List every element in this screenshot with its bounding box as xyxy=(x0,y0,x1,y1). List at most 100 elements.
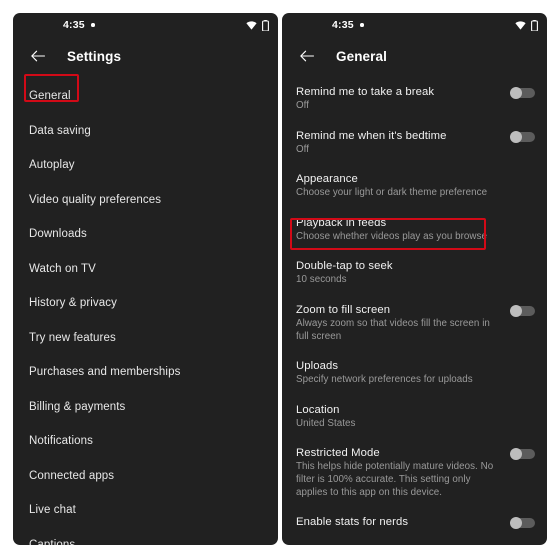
setting-subtitle: Choose whether videos play as you browse xyxy=(296,230,487,242)
setting-title: Double-tap to seek xyxy=(296,260,393,273)
setting-title: Appearance xyxy=(296,173,358,186)
setting-text-block: Uploads Specify network preferences for u… xyxy=(296,359,535,387)
setting-subtitle: Always zoom so that videos fill the scre… xyxy=(296,317,490,342)
setting-row-zoom-to-fill-screen[interactable]: Zoom to fill screen Always zoom so that v… xyxy=(282,303,547,343)
setting-text-block: Location United States xyxy=(296,403,535,431)
wifi-icon xyxy=(246,20,257,30)
setting-text-block: Double-tap to seek 10 seconds xyxy=(296,259,535,287)
sidebar-item-label: Video quality preferences xyxy=(29,193,162,206)
setting-row-double-tap-to-seek[interactable]: Double-tap to seek 10 seconds xyxy=(282,259,547,287)
status-time: 4:35 xyxy=(63,19,85,31)
battery-icon xyxy=(262,19,269,31)
left-app-bar: Settings xyxy=(13,37,278,75)
sidebar-item-watch-on-tv[interactable]: Watch on TV xyxy=(13,252,278,287)
wifi-icon xyxy=(515,20,526,30)
status-icons xyxy=(246,19,269,31)
setting-title: Remind me to take a break xyxy=(296,86,435,98)
toggle-switch-remind-me-to-take-a-break[interactable] xyxy=(510,87,535,99)
status-icons xyxy=(515,19,538,31)
sidebar-item-label: Notifications xyxy=(29,435,93,448)
back-arrow-icon[interactable] xyxy=(29,47,47,65)
toggle-knob xyxy=(510,304,522,317)
setting-text-block: Remind me when it's bedtime Off xyxy=(296,129,500,157)
status-dot-indicator xyxy=(360,23,364,27)
setting-text-block: Restricted Mode This helps hide potential… xyxy=(296,446,500,499)
setting-row-location[interactable]: Location United States xyxy=(282,403,547,431)
left-panel-scroll-area[interactable]: General Data saving Autoplay Video quality … xyxy=(13,75,278,545)
setting-subtitle: 10 seconds xyxy=(296,274,347,286)
left-phone-panel: 4:35 Settings General Data saving Autopl… xyxy=(13,13,278,545)
back-arrow-icon[interactable] xyxy=(298,47,316,65)
sidebar-item-connected-apps[interactable]: Connected apps xyxy=(13,459,278,494)
setting-title: Zoom to fill screen xyxy=(296,303,391,316)
setting-row-enable-stats-for-nerds[interactable]: Enable stats for nerds xyxy=(282,515,547,530)
setting-subtitle: Choose your light or dark theme preferen… xyxy=(296,187,488,199)
setting-title: Restricted Mode xyxy=(296,447,380,460)
setting-row-appearance[interactable]: Appearance Choose your light or dark them… xyxy=(282,172,547,200)
sidebar-item-data-saving[interactable]: Data saving xyxy=(13,114,278,149)
sidebar-item-label: Purchases and memberships xyxy=(29,366,181,379)
left-page-title: Settings xyxy=(67,48,122,64)
screenshot-stage: 4:35 Settings General Data saving Autopl… xyxy=(0,0,560,560)
sidebar-item-general[interactable]: General xyxy=(13,79,278,114)
setting-title: Location xyxy=(296,403,340,416)
sidebar-item-label: Captions xyxy=(29,538,76,545)
sidebar-item-label: History & privacy xyxy=(29,297,117,310)
toggle-switch-zoom-to-fill-screen[interactable] xyxy=(510,304,535,317)
toggle-switch-enable-stats-for-nerds[interactable] xyxy=(510,517,535,530)
right-panel-scroll-area[interactable]: Remind me to take a break Off Remind me wh… xyxy=(282,75,547,545)
setting-title: Enable stats for nerds xyxy=(296,516,409,529)
sidebar-item-label: Data saving xyxy=(29,124,91,137)
sidebar-item-video-quality-preferences[interactable]: Video quality preferences xyxy=(13,183,278,218)
setting-subtitle: This helps hide potentially mature video… xyxy=(296,461,494,498)
sidebar-item-label: Autoplay xyxy=(29,159,75,172)
toggle-knob xyxy=(510,130,522,143)
sidebar-item-billing-payments[interactable]: Billing & payments xyxy=(13,390,278,425)
settings-nav-list: General Data saving Autoplay Video quality … xyxy=(13,75,278,545)
sidebar-item-label: Watch on TV xyxy=(29,262,96,275)
sidebar-item-autoplay[interactable]: Autoplay xyxy=(13,148,278,183)
setting-text-block: Appearance Choose your light or dark them… xyxy=(296,172,535,200)
right-page-title: General xyxy=(336,48,387,64)
status-bar-right: 4:35 xyxy=(282,13,547,37)
setting-text-block: Enable stats for nerds xyxy=(296,515,500,529)
sidebar-item-try-new-features[interactable]: Try new features xyxy=(13,321,278,356)
setting-subtitle: Off xyxy=(296,143,310,155)
sidebar-item-label: Live chat xyxy=(29,504,76,517)
general-settings-list: Remind me to take a break Off Remind me wh… xyxy=(282,75,547,530)
sidebar-item-notifications[interactable]: Notifications xyxy=(13,424,278,459)
sidebar-item-label: Try new features xyxy=(29,331,116,344)
setting-text-block: Remind me to take a break Off xyxy=(296,85,500,113)
setting-row-remind-me-when-it-s-bedtime[interactable]: Remind me when it's bedtime Off xyxy=(282,129,547,157)
setting-title: Uploads xyxy=(296,360,339,373)
sidebar-item-history-privacy[interactable]: History & privacy xyxy=(13,286,278,321)
toggle-switch-remind-me-when-it-s-bedtime[interactable] xyxy=(510,130,535,143)
setting-row-playback-in-feeds[interactable]: Playback in feeds Choose whether videos p… xyxy=(282,216,547,244)
sidebar-item-label: Downloads xyxy=(29,228,87,241)
setting-subtitle: Specify network preferences for uploads xyxy=(296,374,473,386)
toggle-switch-restricted-mode[interactable] xyxy=(510,448,535,461)
sidebar-item-label: Billing & payments xyxy=(29,400,126,413)
toggle-knob xyxy=(510,87,522,99)
right-app-bar: General xyxy=(282,37,547,75)
sidebar-item-label: Connected apps xyxy=(29,469,115,482)
setting-row-remind-me-to-take-a-break[interactable]: Remind me to take a break Off xyxy=(282,85,547,113)
setting-text-block: Playback in feeds Choose whether videos p… xyxy=(296,216,535,244)
status-dot-indicator xyxy=(91,23,95,27)
sidebar-item-live-chat[interactable]: Live chat xyxy=(13,493,278,528)
setting-subtitle: Off xyxy=(296,100,310,111)
battery-icon xyxy=(531,19,538,31)
setting-text-block: Zoom to fill screen Always zoom so that v… xyxy=(296,303,500,343)
sidebar-item-downloads[interactable]: Downloads xyxy=(13,217,278,252)
right-phone-panel: 4:35 General Remind me to take a break O… xyxy=(282,13,547,545)
setting-title: Remind me when it's bedtime xyxy=(296,129,447,142)
sidebar-item-purchases-and-memberships[interactable]: Purchases and memberships xyxy=(13,355,278,390)
sidebar-item-label: General xyxy=(29,90,71,103)
setting-row-uploads[interactable]: Uploads Specify network preferences for u… xyxy=(282,359,547,387)
setting-row-restricted-mode[interactable]: Restricted Mode This helps hide potential… xyxy=(282,446,547,499)
status-time: 4:35 xyxy=(332,19,354,31)
status-bar-left: 4:35 xyxy=(13,13,278,37)
setting-title: Playback in feeds xyxy=(296,216,387,229)
setting-subtitle: United States xyxy=(296,417,356,429)
sidebar-item-captions[interactable]: Captions xyxy=(13,528,278,545)
